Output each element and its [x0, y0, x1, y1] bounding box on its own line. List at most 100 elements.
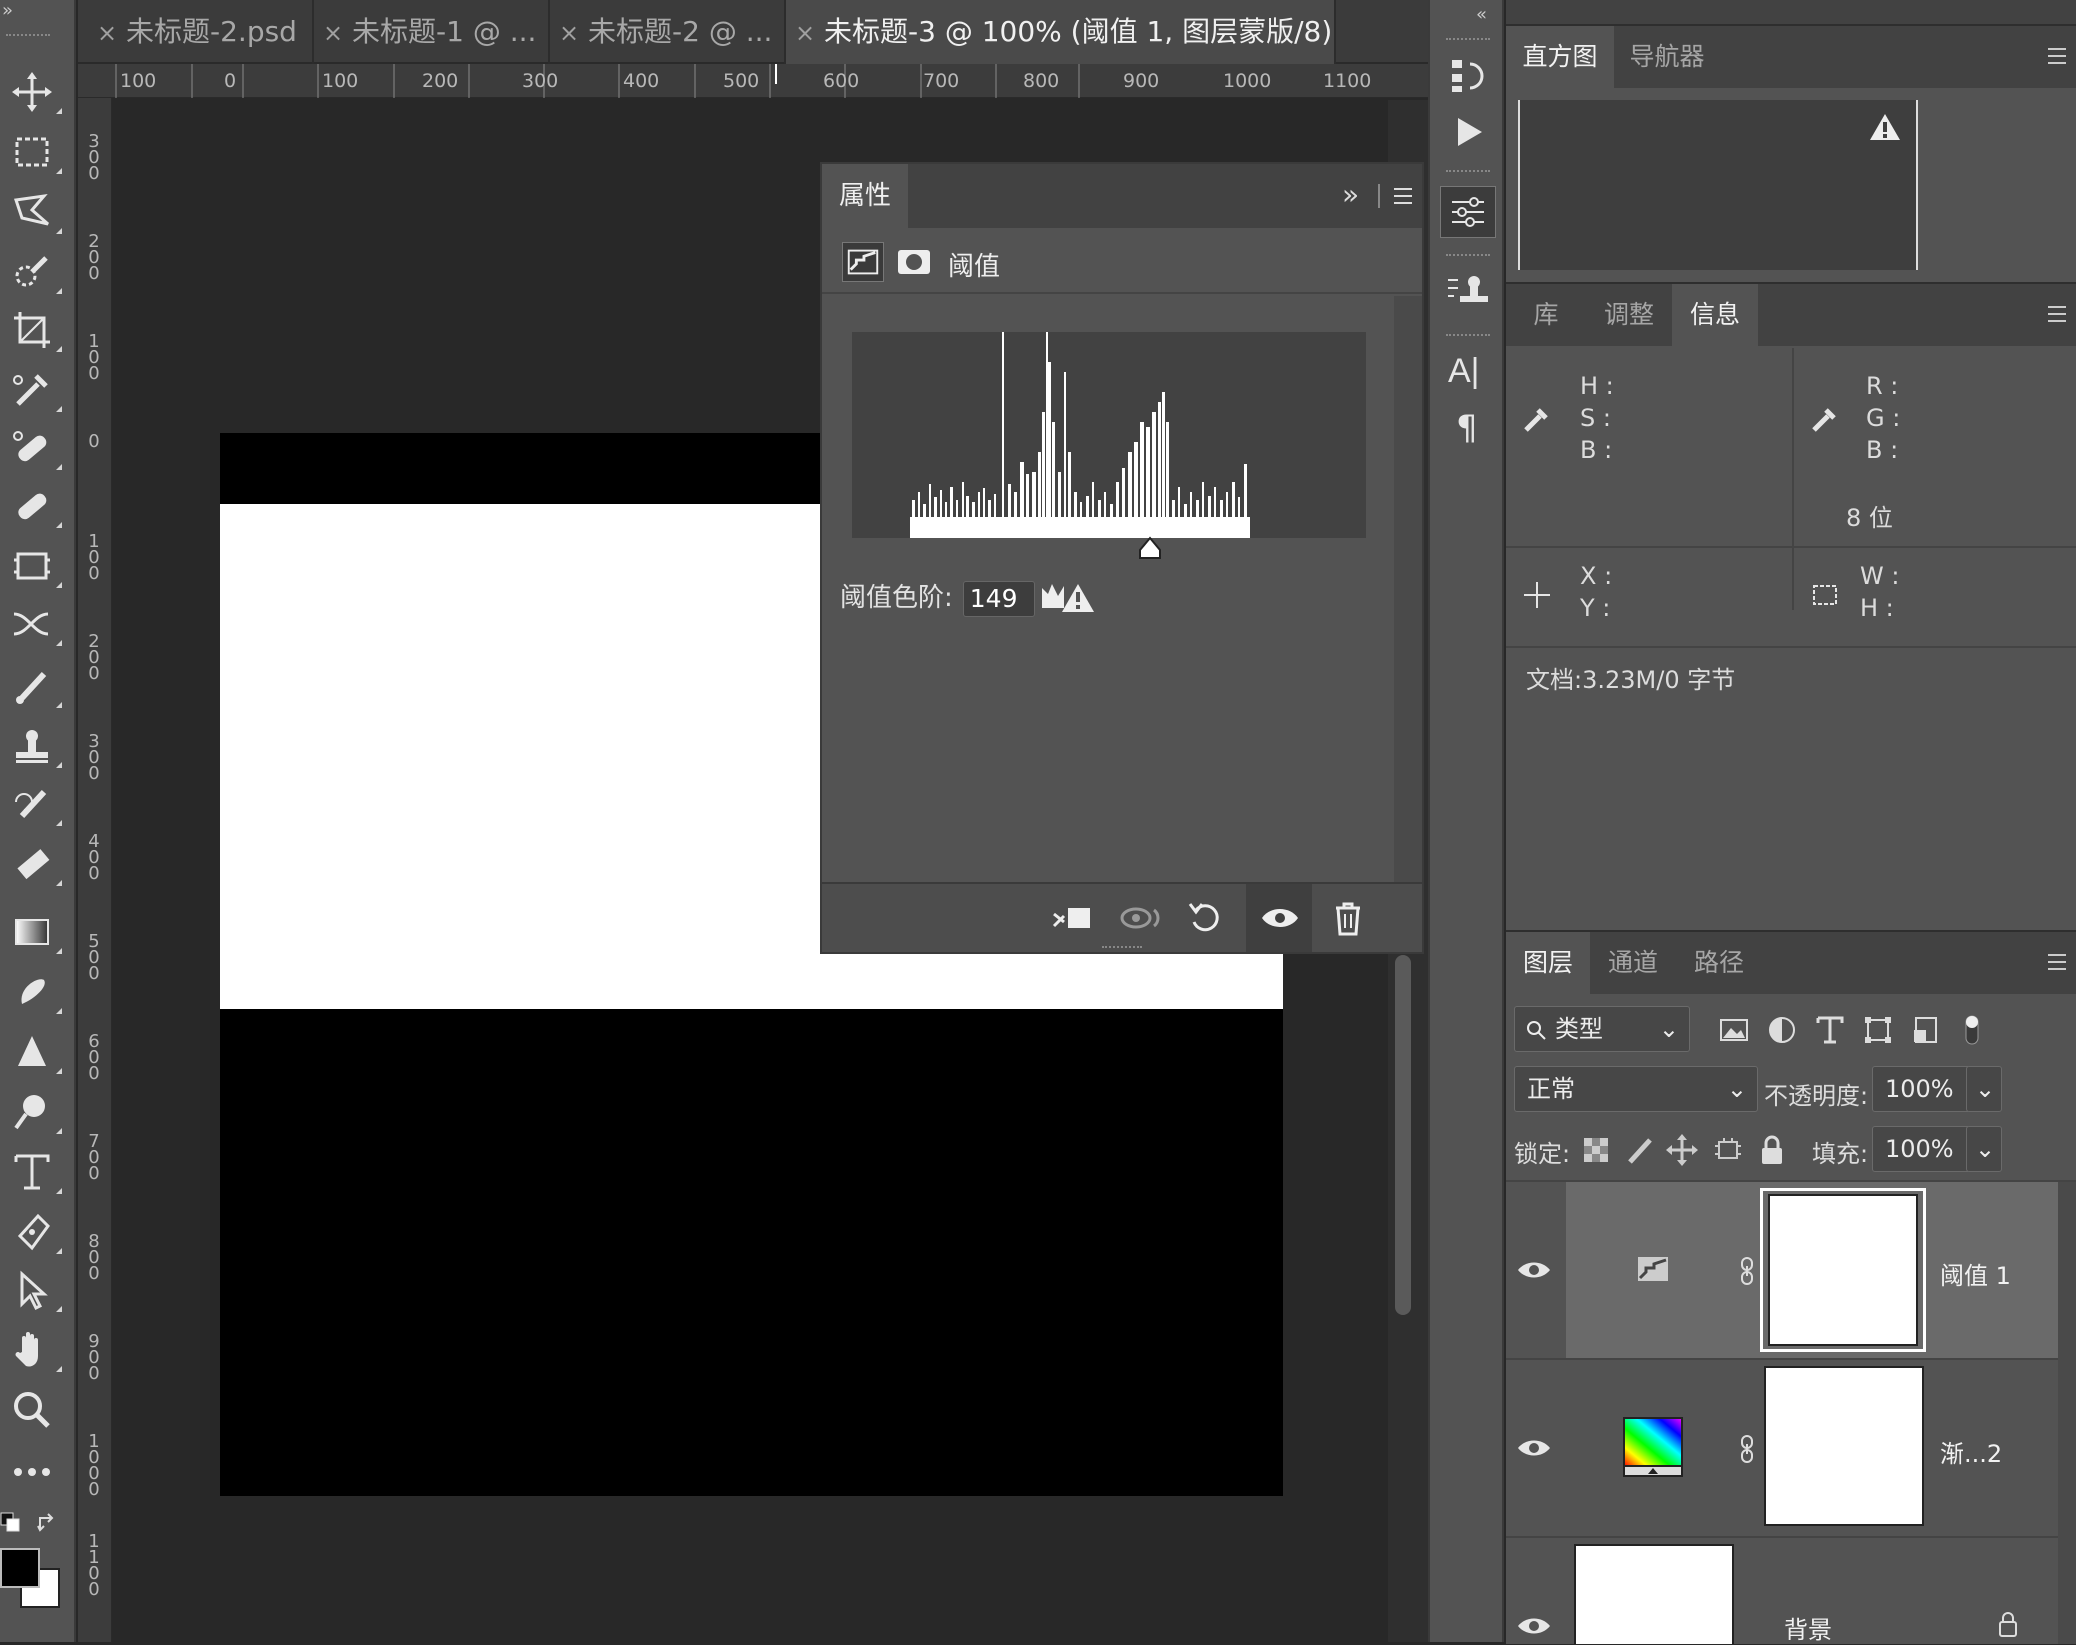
- layer-row-threshold[interactable]: 阈值 1: [1506, 1182, 2076, 1358]
- grip-handle[interactable]: [1446, 254, 1490, 258]
- clone-stamp-icon[interactable]: [8, 722, 62, 770]
- layer-row-gradient[interactable]: 渐...2: [1506, 1360, 2076, 1536]
- tab-libraries[interactable]: 库: [1506, 284, 1586, 346]
- layer-filter-select[interactable]: 类型 ⌄: [1514, 1006, 1690, 1052]
- artboard-icon[interactable]: [8, 542, 62, 590]
- resize-grip[interactable]: [1102, 946, 1142, 952]
- warning-icon[interactable]: [1868, 112, 1902, 142]
- bandage-icon[interactable]: [8, 482, 62, 530]
- dodge-icon[interactable]: [8, 1088, 62, 1136]
- collapse-tools-button[interactable]: »: [2, 0, 13, 21]
- grip-handle[interactable]: [1446, 334, 1490, 338]
- move-tool-icon[interactable]: [8, 68, 62, 116]
- content-aware-move-icon[interactable]: [8, 600, 62, 648]
- fill-input[interactable]: 100%: [1872, 1126, 1968, 1172]
- panel-menu-icon[interactable]: [2046, 304, 2068, 324]
- opacity-input[interactable]: 100%: [1872, 1066, 1968, 1112]
- history-icon[interactable]: [1444, 52, 1492, 100]
- lock-transparent-icon[interactable]: [1582, 1136, 1610, 1164]
- panel-menu-icon[interactable]: [2046, 46, 2068, 66]
- opacity-dropdown[interactable]: ⌄: [1966, 1066, 2002, 1112]
- vertical-ruler[interactable]: 300 200 100 0 100 200 300 400 500 600 70…: [78, 98, 112, 1642]
- tab-properties[interactable]: 属性: [822, 164, 908, 228]
- scrollbar-thumb[interactable]: [1395, 955, 1411, 1315]
- filter-type-icon[interactable]: [1814, 1014, 1846, 1046]
- view-previous-state-icon[interactable]: [1118, 896, 1162, 940]
- grip-handle[interactable]: [6, 34, 50, 40]
- layer-name[interactable]: 渐...2: [1940, 1434, 2002, 1469]
- more-tools-icon[interactable]: [8, 1448, 56, 1496]
- chain-link-icon[interactable]: [1738, 1256, 1756, 1286]
- horizontal-ruler[interactable]: 100 0 100 200 300 400 500 600 700 800 90…: [78, 64, 1428, 98]
- panel-menu-icon[interactable]: [2046, 952, 2068, 972]
- mask-thumbnail[interactable]: [1764, 1366, 1924, 1526]
- tab-doc-2[interactable]: × 未标题-1 @ ...: [314, 0, 550, 64]
- tab-channels[interactable]: 通道: [1590, 932, 1676, 994]
- lock-brush-icon[interactable]: [1626, 1136, 1654, 1164]
- tab-histogram[interactable]: 直方图: [1506, 26, 1614, 88]
- tab-navigator[interactable]: 导航器: [1614, 26, 1720, 88]
- layer-thumbnail[interactable]: [1574, 1544, 1734, 1644]
- type-tool-icon[interactable]: [8, 1148, 62, 1196]
- mask-thumbnail[interactable]: [1768, 1194, 1918, 1346]
- clip-to-layer-icon[interactable]: [1050, 896, 1094, 940]
- paragraph-panel-icon[interactable]: ¶: [1456, 408, 1478, 448]
- close-tab-icon[interactable]: ×: [88, 1, 126, 64]
- filter-pixel-icon[interactable]: [1718, 1014, 1750, 1046]
- eyedropper-icon[interactable]: [8, 366, 62, 414]
- filter-toggle-icon[interactable]: [1960, 1012, 1984, 1048]
- lock-position-icon[interactable]: [1666, 1134, 1698, 1166]
- zoom-icon[interactable]: [8, 1386, 56, 1434]
- eye-icon[interactable]: [1516, 1612, 1552, 1640]
- histogram-warning-icon[interactable]: [1040, 578, 1096, 616]
- grip-handle[interactable]: [1446, 38, 1490, 42]
- eyedropper-icon[interactable]: [1520, 402, 1554, 436]
- trash-icon[interactable]: [1326, 896, 1370, 940]
- threshold-slider-handle[interactable]: [1138, 536, 1162, 560]
- rect-marquee-icon[interactable]: [8, 128, 62, 176]
- grip-handle[interactable]: [1446, 170, 1490, 174]
- pen-icon[interactable]: [8, 1208, 62, 1256]
- layers-scrollbar[interactable]: [2058, 1182, 2076, 1644]
- foreground-color-swatch[interactable]: [0, 1548, 40, 1588]
- quick-select-icon[interactable]: [8, 248, 62, 296]
- adjustments-sliders-icon[interactable]: [1444, 188, 1492, 236]
- lasso-icon[interactable]: [8, 188, 62, 236]
- filter-adjustment-icon[interactable]: [1766, 1014, 1798, 1046]
- sharpen-icon[interactable]: [8, 1028, 62, 1076]
- hand-icon[interactable]: [8, 1326, 62, 1374]
- fill-dropdown[interactable]: ⌄: [1966, 1126, 2002, 1172]
- expand-panel-icon[interactable]: »: [1342, 178, 1359, 211]
- eraser-icon[interactable]: [8, 840, 62, 888]
- layer-row-background[interactable]: 背景: [1506, 1538, 2076, 1644]
- tab-info[interactable]: 信息: [1672, 284, 1758, 346]
- layer-mask-icon[interactable]: [894, 242, 934, 282]
- actions-play-icon[interactable]: [1444, 108, 1492, 156]
- close-tab-icon[interactable]: ×: [314, 1, 352, 64]
- tab-paths[interactable]: 路径: [1676, 932, 1762, 994]
- panel-menu-icon[interactable]: [1392, 186, 1414, 206]
- lock-all-icon[interactable]: [1758, 1134, 1786, 1166]
- eyedropper-icon[interactable]: [1808, 402, 1842, 436]
- character-panel-icon[interactable]: A|: [1448, 352, 1480, 391]
- brush-icon[interactable]: [8, 662, 62, 710]
- threshold-level-input[interactable]: 149: [962, 580, 1035, 617]
- properties-scrollbar[interactable]: [1394, 296, 1422, 882]
- gradient-icon[interactable]: [8, 908, 62, 956]
- history-brush-icon[interactable]: [8, 780, 62, 828]
- close-tab-icon[interactable]: ×: [550, 1, 588, 64]
- tab-doc-3[interactable]: × 未标题-2 @ ...: [550, 0, 786, 64]
- eye-icon[interactable]: [1258, 896, 1302, 940]
- close-tab-icon[interactable]: ×: [786, 1, 824, 64]
- crop-icon[interactable]: [8, 306, 62, 354]
- tab-doc-4-active[interactable]: × 未标题-3 @ 100% (阈值 1, 图层蒙版/8) *: [786, 0, 1336, 64]
- threshold-adjustment-icon[interactable]: [842, 242, 884, 282]
- layer-name[interactable]: 阈值 1: [1940, 1256, 2011, 1291]
- blend-mode-select[interactable]: 正常 ⌄: [1514, 1066, 1758, 1112]
- tab-adjustments[interactable]: 调整: [1586, 284, 1672, 346]
- tab-layers[interactable]: 图层: [1506, 932, 1590, 994]
- swap-colors-icon[interactable]: [36, 1512, 58, 1534]
- collapse-icons-button[interactable]: «: [1476, 4, 1487, 25]
- tab-doc-1[interactable]: × 未标题-2.psd: [88, 0, 314, 64]
- eye-icon[interactable]: [1516, 1434, 1552, 1462]
